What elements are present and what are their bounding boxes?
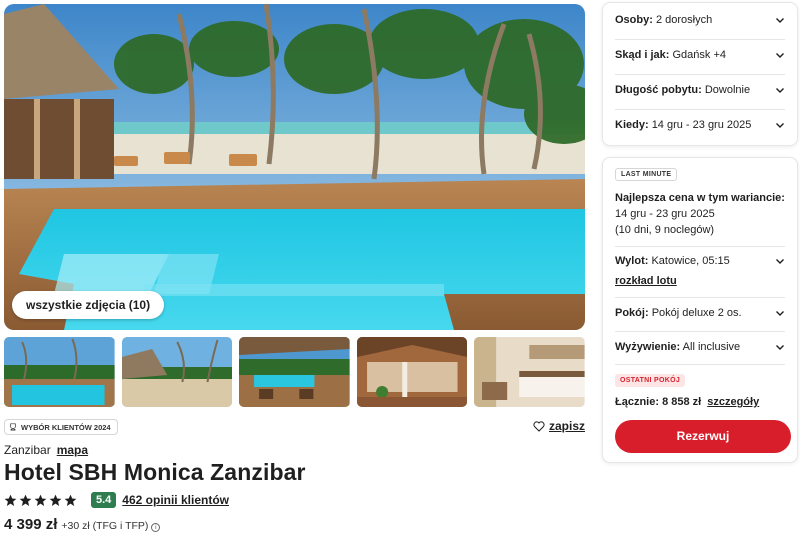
chevron-down-icon <box>776 18 784 23</box>
total-price: Łącznie: 8 858 zł szczegóły <box>615 396 759 408</box>
chevron-down-icon <box>776 123 784 128</box>
thumbnail-2[interactable] <box>121 337 233 407</box>
divider <box>615 109 785 110</box>
divider <box>615 246 785 247</box>
thumbnail-4[interactable] <box>356 337 468 407</box>
reviews-link[interactable]: 462 opinii klientów <box>122 493 229 507</box>
flight-label: Wylot: <box>615 255 649 267</box>
price-row: 4 399 zł +30 zł (TFG i TFP) i <box>4 516 161 533</box>
flight-value: Katowice, 05:15 <box>651 255 730 267</box>
star-icon <box>64 494 77 506</box>
persons-label: Osoby: <box>615 14 653 26</box>
thumbnail-5[interactable] <box>474 337 585 407</box>
divider <box>615 331 785 332</box>
last-room-badge: OSTATNI POKÓJ <box>615 374 686 387</box>
reserve-button[interactable]: Rezerwuj <box>615 420 791 453</box>
offer-dates: 14 gru - 23 gru 2025 <box>615 208 715 220</box>
dates-value: 14 gru - 23 gru 2025 <box>651 119 752 131</box>
chevron-down-icon <box>776 259 784 264</box>
duration-label: Długość pobytu: <box>615 84 702 96</box>
thumbnail-3[interactable] <box>239 337 350 407</box>
thumbnail-1[interactable] <box>4 337 115 407</box>
last-minute-badge: LAST MINUTE <box>615 168 678 181</box>
total-label: Łącznie: <box>615 396 660 408</box>
price-main: 4 399 zł <box>4 516 58 533</box>
rating-row: 5.4 462 opinii klientów <box>4 492 229 508</box>
dates-label: Kiedy: <box>615 119 649 131</box>
details-link[interactable]: szczegóły <box>707 396 759 408</box>
hotel-name: Hotel SBH Monica Zanzibar <box>4 459 306 485</box>
star-icon <box>34 494 47 506</box>
room-selector[interactable]: Pokój: Pokój deluxe 2 os. <box>615 307 785 319</box>
main-photo[interactable] <box>4 4 585 330</box>
offer-card: LAST MINUTE Najlepsza cena w tym warianc… <box>602 157 798 463</box>
duration-value: Dowolnie <box>704 84 751 96</box>
flight-selector[interactable]: Wylot: Katowice, 05:15 <box>615 255 785 267</box>
chevron-down-icon <box>776 53 784 58</box>
star-icon <box>19 494 32 506</box>
customer-choice-label: WYBÓR KLIENTÓW 2024 <box>21 422 111 432</box>
map-link[interactable]: mapa <box>57 443 88 457</box>
divider <box>615 297 785 298</box>
chevron-down-icon <box>776 88 784 93</box>
search-params-card: Osoby: 2 dorosłych Skąd i jak: Gdańsk +4… <box>602 2 798 146</box>
heart-icon <box>533 420 545 432</box>
customer-choice-badge: WYBÓR KLIENTÓW 2024 <box>4 419 118 435</box>
total-value: 8 858 zł <box>662 396 702 408</box>
all-photos-button[interactable]: wszystkie zdjęcia (10) <box>12 291 165 319</box>
persons-value: 2 dorosłych <box>655 14 713 26</box>
divider <box>615 39 785 40</box>
best-price-title: Najlepsza cena w tym wariancie: <box>615 192 785 204</box>
star-icon <box>4 494 17 506</box>
review-score-badge: 5.4 <box>91 492 117 508</box>
board-selector[interactable]: Wyżywienie: All inclusive <box>615 341 785 353</box>
divider <box>615 364 785 365</box>
flight-schedule-link[interactable]: rozkład lotu <box>615 275 677 287</box>
duration-selector[interactable]: Długość pobytu: Dowolnie <box>615 84 785 96</box>
departure-value: Gdańsk +4 <box>672 49 726 61</box>
save-label: zapisz <box>548 419 585 433</box>
dates-selector[interactable]: Kiedy: 14 gru - 23 gru 2025 <box>615 119 785 131</box>
price-extra: +30 zł (TFG i TFP) <box>61 520 149 532</box>
chevron-down-icon <box>776 345 784 350</box>
divider <box>615 74 785 75</box>
offer-nights: (10 dni, 9 noclegów) <box>615 224 715 236</box>
pool-photo <box>4 4 585 330</box>
save-button[interactable]: zapisz <box>533 419 585 433</box>
room-value: Pokój deluxe 2 os. <box>651 307 742 319</box>
departure-selector[interactable]: Skąd i jak: Gdańsk +4 <box>615 49 785 61</box>
persons-selector[interactable]: Osoby: 2 dorosłych <box>615 14 785 26</box>
chevron-down-icon <box>776 311 784 316</box>
room-label: Pokój: <box>615 307 649 319</box>
departure-label: Skąd i jak: <box>615 49 670 61</box>
trophy-icon <box>10 423 16 431</box>
location: Zanzibar mapa <box>4 443 88 457</box>
board-value: All inclusive <box>682 341 741 353</box>
info-icon[interactable]: i <box>151 523 161 532</box>
best-price-info: Najlepsza cena w tym wariancie: 14 gru -… <box>615 190 787 238</box>
region-name: Zanzibar <box>4 443 51 457</box>
board-label: Wyżywienie: <box>615 341 681 353</box>
thumbnail-strip <box>4 337 585 407</box>
star-icon <box>49 494 62 506</box>
